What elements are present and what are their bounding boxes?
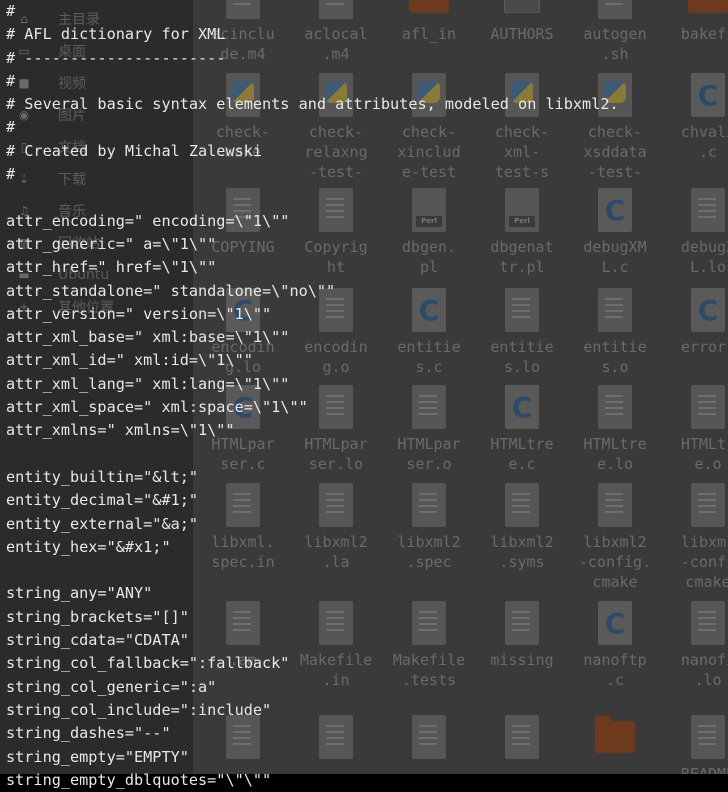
terminal-line: string_col_fallback=":fallback" — [6, 654, 290, 673]
terminal-line: string_empty="EMPTY" — [6, 747, 189, 766]
terminal-line: attr_version=" version=\"1\"" — [6, 304, 272, 323]
terminal-line: string_dashes="--" — [6, 724, 171, 743]
terminal-line: entity_builtin="&lt;" — [6, 467, 199, 486]
terminal-line: attr_generic=" a=\"1\"" — [6, 234, 217, 253]
terminal-line: string_cdata="CDATA" — [6, 631, 189, 650]
terminal-line: # ---------------------- — [6, 48, 226, 67]
terminal-line: entity_hex="&#x1;" — [6, 537, 171, 556]
terminal-line: # AFL dictionary for XML — [6, 25, 226, 44]
terminal-line: string_col_generic=":a" — [6, 677, 217, 696]
terminal-line: entity_external="&a;" — [6, 514, 199, 533]
terminal-line: attr_xml_lang=" xml:lang=\"1\"" — [6, 374, 290, 393]
terminal-line: attr_href=" href=\"1\"" — [6, 258, 217, 277]
terminal-line: # Several basic syntax elements and attr… — [6, 95, 619, 114]
terminal-output: # # AFL dictionary for XML # -------------… — [6, 0, 728, 792]
terminal-line: entity_decimal="&#1;" — [6, 491, 199, 510]
terminal-line: # — [6, 165, 16, 184]
terminal-line: attr_xmlns=" xmlns=\"1\"" — [6, 421, 235, 440]
terminal-line: attr_xml_space=" xml:space=\"1\"" — [6, 398, 308, 417]
terminal-line: string_brackets="[]" — [6, 607, 189, 626]
terminal-line: # Created by Michal Zalewski — [6, 141, 263, 160]
terminal-line: attr_xml_id=" xml:id=\"1\"" — [6, 351, 253, 370]
terminal-line: attr_encoding=" encoding=\"1\"" — [6, 211, 290, 230]
terminal-line: # — [6, 118, 16, 137]
terminal-line: string_col_include=":include" — [6, 700, 272, 719]
terminal-line: # — [6, 2, 16, 20]
terminal-line: attr_standalone=" standalone=\"no\"" — [6, 281, 336, 300]
terminal-line: string_any="ANY" — [6, 584, 153, 603]
terminal-window[interactable]: # # AFL dictionary for XML # -------------… — [0, 0, 619, 789]
terminal-line: string_empty_dblquotes="\"\"" — [6, 770, 272, 789]
terminal-line: attr_xml_base=" xml:base=\"1\"" — [6, 328, 290, 347]
terminal-line: # — [6, 71, 16, 90]
